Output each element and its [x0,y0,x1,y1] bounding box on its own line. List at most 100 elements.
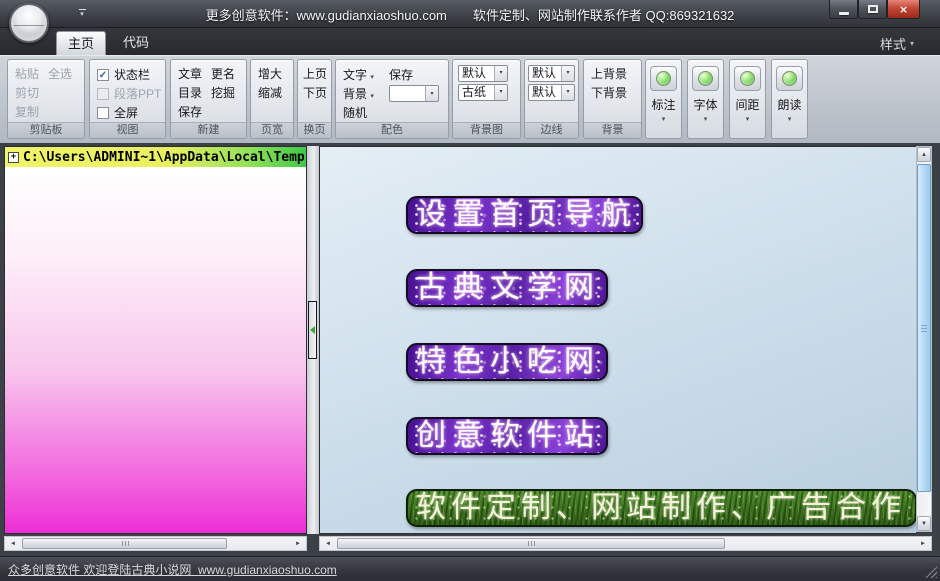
paragraph-ppt-checkbox[interactable]: 段落PPT [97,84,162,103]
bgimage-bottom-select[interactable]: 古纸 ▾ [458,84,508,101]
quick-access-caret-icon[interactable]: ▾ [76,9,88,19]
scroll-thumb[interactable] [337,538,725,549]
checkbox-unchecked-icon [97,88,109,100]
minimize-button[interactable] [829,0,858,19]
ribbon-tab-row: 主页 代码 样式 ▾ [0,28,940,55]
restore-icon [868,5,878,13]
spacing-button[interactable]: 间距 ▾ [729,59,766,139]
left-horizontal-scrollbar[interactable]: ◄ ► [4,536,307,551]
cut-button[interactable]: 剪切 [15,84,39,103]
group-color-scheme: 文字 ▾ 保存 背景 ▾ ▾ 随机 配色 [335,59,449,139]
group-label-color-scheme: 配色 [336,122,448,138]
window-title-right: 软件定制、网站制作联系作者 QQ:869321632 [473,5,735,24]
bg-color-button[interactable]: 背景 ▾ [343,85,389,102]
chevron-down-icon: ▾ [662,115,666,123]
tab-home[interactable]: 主页 [56,31,106,55]
text-color-button[interactable]: 文字 ▾ [343,66,389,83]
chevron-down-icon: ▾ [746,115,750,123]
article-button[interactable]: 文章 [178,65,202,84]
next-page-button[interactable]: 下页 [303,84,327,103]
canvas[interactable]: 设置首页导航 古典文学网 特色小吃网 创意软件站 软件定制、网站制作、广告合作 [319,146,916,534]
editor-pane[interactable] [5,167,306,533]
window-controls: × [829,0,920,19]
chevron-down-icon: ▾ [370,74,374,81]
scroll-right-icon[interactable]: ► [291,537,305,550]
green-orb-icon [740,71,755,86]
scroll-left-icon[interactable]: ◄ [6,537,20,550]
chevron-down-icon: ▾ [494,66,507,81]
group-label-create: 新建 [171,122,246,138]
restore-button[interactable] [858,0,887,19]
close-icon: × [900,2,908,17]
status-link[interactable]: 众多创意软件 欢迎登陆古典小说网 www.gudianxiaoshuo.com [8,561,337,578]
panel-splitter[interactable] [307,146,319,534]
decrease-button[interactable]: 缩减 [258,84,282,103]
lower-background-button[interactable]: 下背景 [591,84,627,103]
green-orb-icon [656,71,671,86]
checkbox-unchecked-icon [97,107,109,119]
scroll-left-icon[interactable]: ◄ [321,537,335,550]
chevron-down-icon: ▾ [561,85,574,100]
group-clipboard: 粘贴 全选 剪切 复制 剪贴板 [7,59,85,139]
green-orb-icon [698,71,713,86]
nav-button-home-nav[interactable]: 设置首页导航 [406,196,643,234]
vertical-scrollbar[interactable]: ▲ ▼ [916,146,932,532]
group-label-background: 背景 [584,122,641,138]
window-title: 更多创意软件：www.gudianxiaoshuo.com 软件定制、网站制作联… [120,0,820,28]
group-label-background-image: 背景图 [453,122,520,138]
dig-button[interactable]: 挖掘 [211,84,235,103]
tab-code[interactable]: 代码 [112,32,160,55]
scroll-thumb[interactable] [22,538,227,549]
app-menu-orb-button[interactable] [9,3,49,43]
chevron-down-icon: ▾ [910,39,914,48]
prev-page-button[interactable]: 上页 [303,65,327,84]
group-page-width: 增大 缩减 页宽 [250,59,294,139]
group-label-page-nav: 换页 [298,122,331,138]
title-bar: 更多创意软件：www.gudianxiaoshuo.com 软件定制、网站制作联… [0,0,940,28]
nav-button-custom-services[interactable]: 软件定制、网站制作、广告合作 [406,489,916,527]
annotate-button[interactable]: 标注 ▾ [645,59,682,139]
catalog-button[interactable]: 目录 [178,84,202,103]
save-button[interactable]: 保存 [178,103,202,122]
window-title-left: 更多创意软件：www.gudianxiaoshuo.com [206,5,447,24]
select-all-button[interactable]: 全选 [48,65,72,84]
resize-grip[interactable] [925,566,937,578]
style-button[interactable]: 样式 ▾ [880,33,914,53]
expand-icon[interactable]: + [8,152,19,163]
borderline-top-select[interactable]: 默认 ▾ [528,65,575,82]
chevron-down-icon: ▾ [425,86,438,101]
group-label-page-width: 页宽 [251,122,293,138]
left-panel: + C:\Users\ADMINI~1\AppData\Local\Temp [4,146,307,534]
nav-button-creative-software[interactable]: 创意软件站 [406,417,608,455]
scroll-down-button[interactable]: ▼ [917,516,931,531]
color-picker-combo[interactable]: ▾ [389,85,439,102]
rename-button[interactable]: 更名 [211,65,235,84]
copy-button[interactable]: 复制 [15,103,39,122]
save-color-button[interactable]: 保存 [389,66,445,83]
scroll-thumb[interactable] [917,164,931,492]
upper-background-button[interactable]: 上背景 [591,65,627,84]
splitter-collapse-handle[interactable] [308,301,317,359]
fullscreen-checkbox[interactable]: 全屏 [97,103,162,122]
read-aloud-button[interactable]: 朗读 ▾ [771,59,808,139]
paste-button[interactable]: 粘贴 [15,65,39,84]
close-button[interactable]: × [887,0,920,19]
increase-button[interactable]: 增大 [258,65,282,84]
group-label-border-line: 边线 [525,122,578,138]
scroll-up-button[interactable]: ▲ [917,147,931,162]
status-bar: 众多创意软件 欢迎登陆古典小说网 www.gudianxiaoshuo.com [0,556,940,581]
group-view: ✓ 状态栏 段落PPT 全屏 视图 [89,59,166,139]
nav-button-classic-literature[interactable]: 古典文学网 [406,269,608,307]
nav-button-specialty-snacks[interactable]: 特色小吃网 [406,343,608,381]
path-bar[interactable]: + C:\Users\ADMINI~1\AppData\Local\Temp [5,147,306,167]
bgimage-top-select[interactable]: 默认 ▾ [458,65,508,82]
path-text: C:\Users\ADMINI~1\AppData\Local\Temp [23,150,305,165]
scroll-right-icon[interactable]: ► [916,537,930,550]
random-color-button[interactable]: 随机 [343,104,389,121]
statusbar-checkbox[interactable]: ✓ 状态栏 [97,65,162,84]
ribbon: 粘贴 全选 剪切 复制 剪贴板 ✓ 状态栏 段落PPT 全屏 视图 [0,55,940,143]
right-horizontal-scrollbar[interactable]: ◄ ► [319,536,932,551]
font-button[interactable]: 字体 ▾ [687,59,724,139]
collapse-left-icon [310,326,315,334]
borderline-bottom-select[interactable]: 默认 ▾ [528,84,575,101]
